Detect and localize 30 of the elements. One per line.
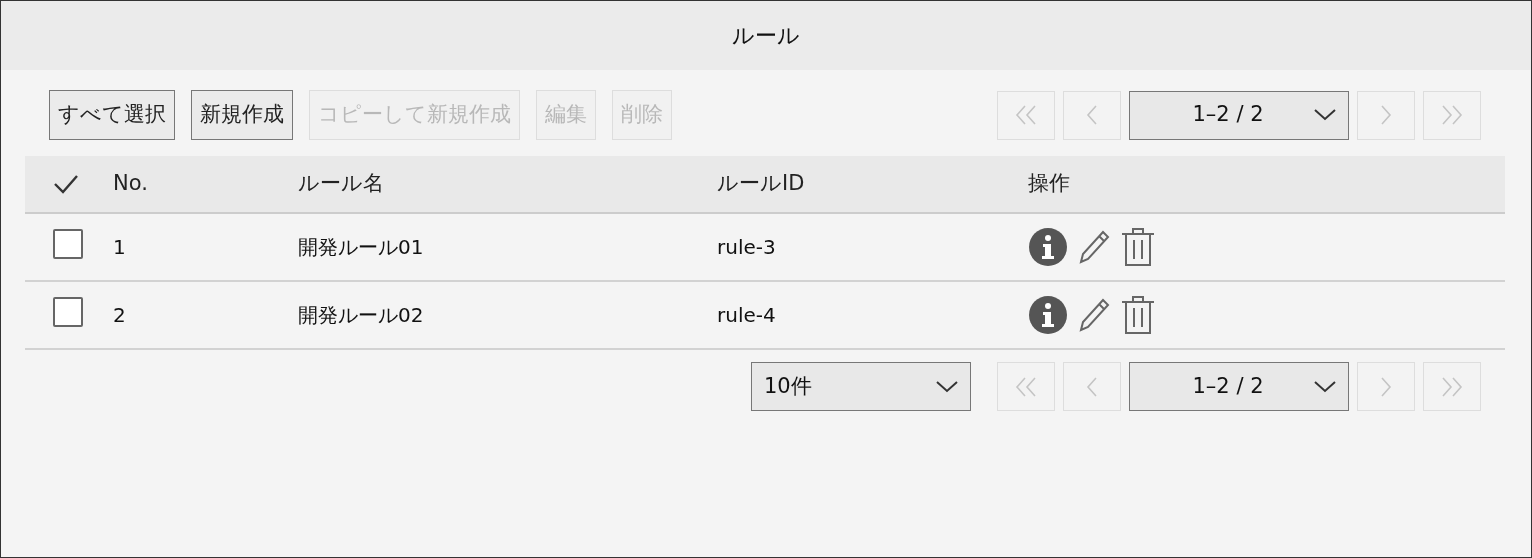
table-cell: 1 [113,235,126,259]
page-size-dropdown[interactable]: 10件 [751,362,971,411]
checkmark-icon [53,174,79,195]
table-cell: rule-3 [717,235,776,259]
window-title: ルール [732,22,800,50]
caret-icon [936,380,958,393]
next-page-icon [1378,103,1394,127]
caret-icon [1314,380,1336,393]
table-cell: 開発ルール02 [298,303,424,327]
toolbar-button[interactable]: 新規作成 [191,90,293,140]
column-header: No. [113,171,148,196]
row-checkbox[interactable] [53,229,83,259]
column-header: 操作 [1028,171,1070,196]
trash-icon[interactable] [1120,226,1156,268]
column-header: ルール名 [298,171,384,196]
page-dropdown[interactable]: 1–2 / 2 [1129,362,1349,411]
info-icon[interactable] [1028,295,1068,335]
page-dropdown[interactable]: 1–2 / 2 [1129,90,1349,140]
toolbar-button[interactable]: すべて選択 [49,90,175,140]
table-cell: 開発ルール01 [298,235,424,259]
info-icon[interactable] [1028,227,1068,267]
first-page-icon [1013,103,1039,127]
trash-icon[interactable] [1120,294,1156,336]
previous-page-icon [1084,103,1100,127]
column-header: ルールID [717,171,805,196]
caret-icon [1314,109,1336,121]
table-cell: 2 [113,303,126,327]
last-page-icon [1439,103,1465,127]
row-checkbox[interactable] [53,297,83,327]
table-cell: rule-4 [717,303,776,327]
